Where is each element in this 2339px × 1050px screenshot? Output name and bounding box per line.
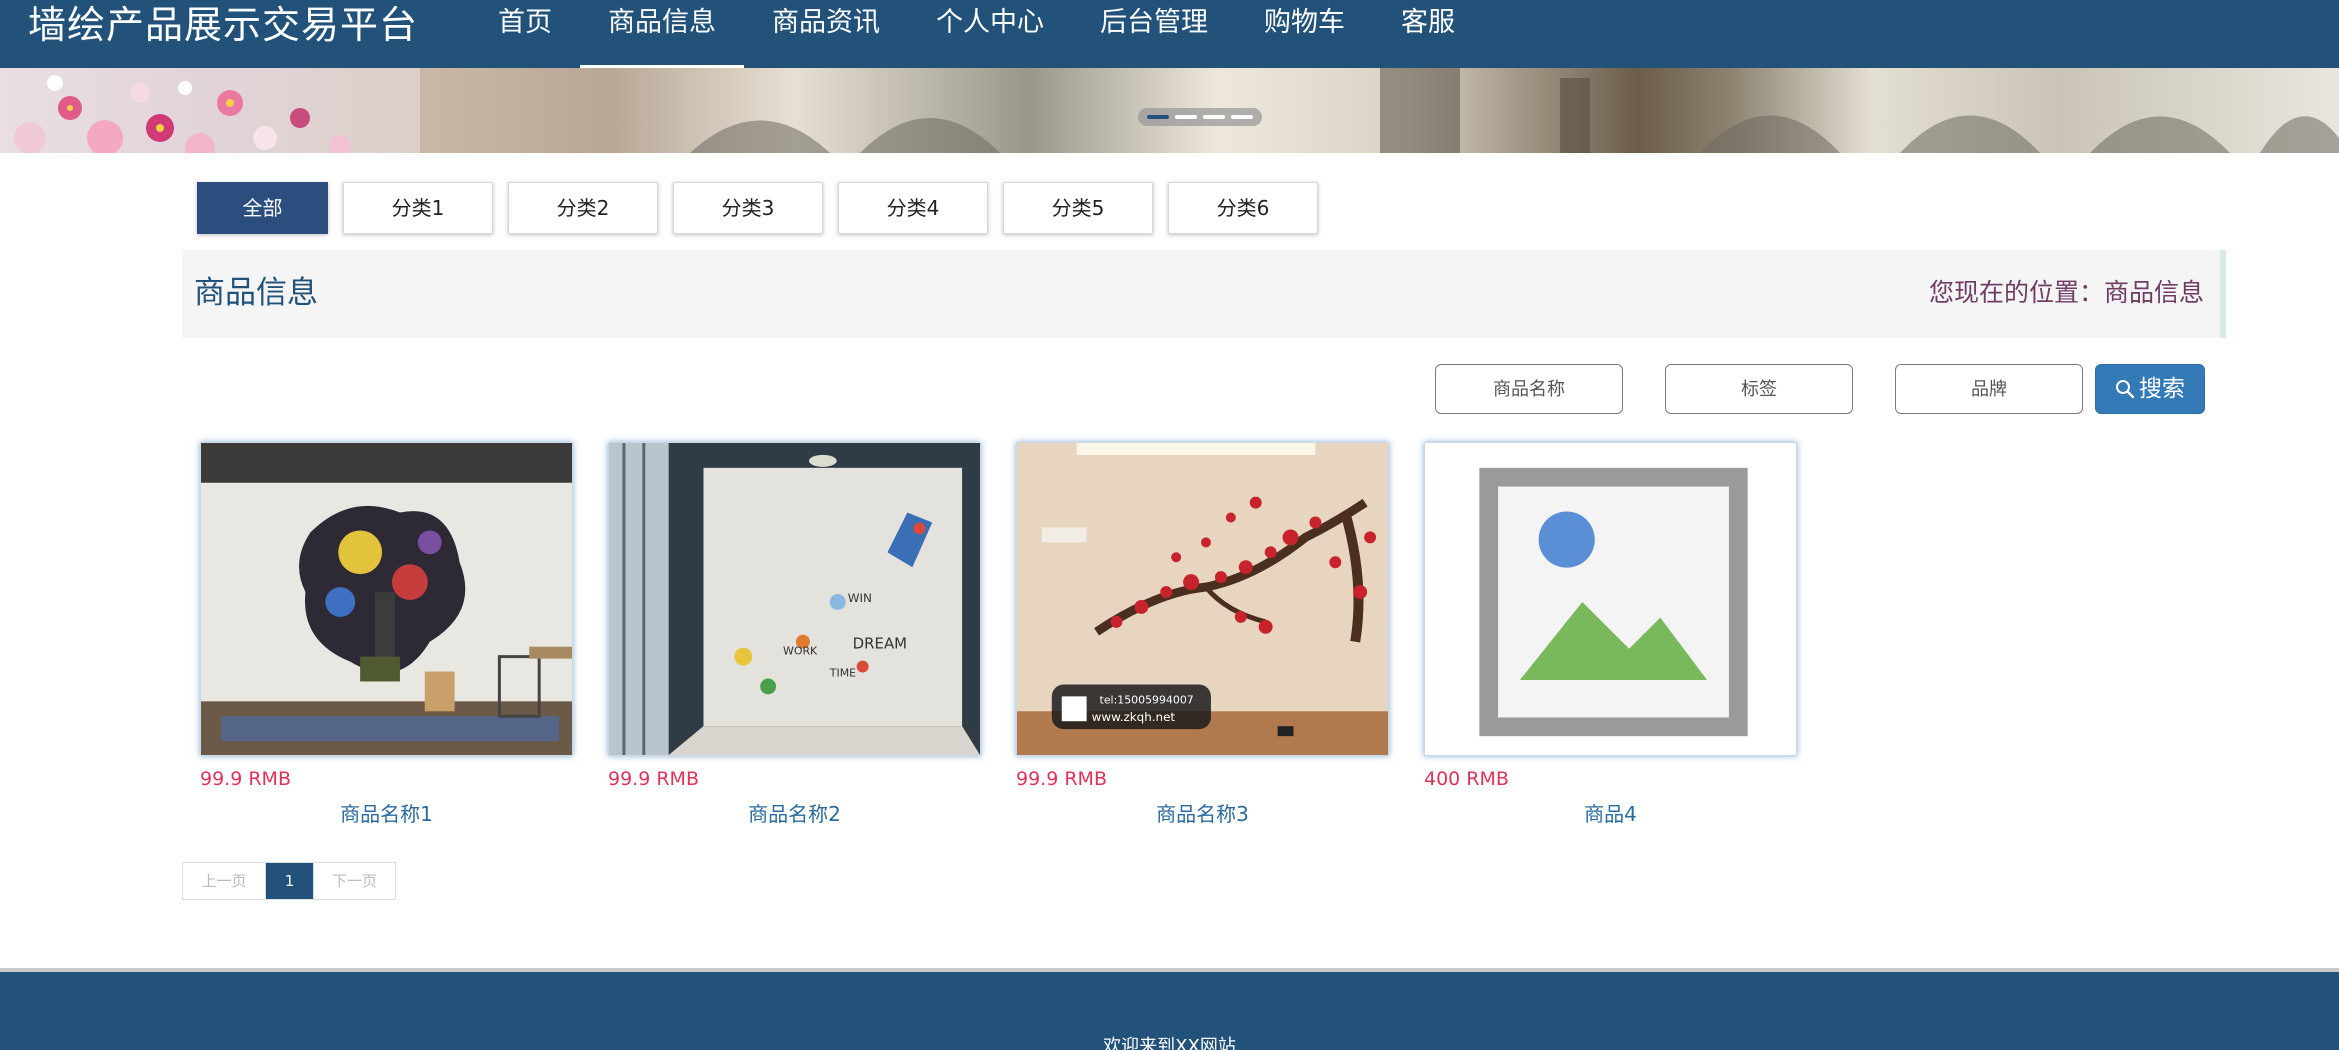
footer-text: 欢迎来到XX网站 bbox=[1103, 1036, 1236, 1050]
product-card: WORK DREAM TIME WIN 99.9 RMB 商品名称2 bbox=[608, 442, 981, 827]
next-page-button[interactable]: 下一页 bbox=[313, 863, 395, 899]
brand-input[interactable] bbox=[1895, 364, 2083, 414]
product-price: 99.9 RMB bbox=[1016, 768, 1107, 790]
graffiti-mural-image bbox=[201, 443, 572, 755]
product-name[interactable]: 商品4 bbox=[1424, 798, 1797, 827]
doodle-mural-image: WORK DREAM TIME WIN bbox=[609, 443, 980, 755]
nav-home[interactable]: 首页 bbox=[470, 0, 580, 68]
search-button[interactable]: 搜索 bbox=[2095, 364, 2205, 414]
breadcrumb: 您现在的位置：商品信息 bbox=[1928, 278, 2204, 307]
category-3[interactable]: 分类3 bbox=[673, 182, 823, 234]
search-button-label: 搜索 bbox=[2139, 376, 2185, 402]
nav-personal-center[interactable]: 个人中心 bbox=[908, 0, 1072, 68]
prev-page-button[interactable]: 上一页 bbox=[183, 863, 266, 899]
nav-products[interactable]: 商品信息 bbox=[580, 0, 744, 68]
current-page-button[interactable]: 1 bbox=[266, 863, 313, 899]
footer: 欢迎来到XX网站 bbox=[0, 968, 2339, 1050]
product-image-broken[interactable] bbox=[1424, 442, 1797, 756]
product-name[interactable]: 商品名称1 bbox=[200, 798, 573, 827]
product-grid: 99.9 RMB 商品名称1 WORK DREAM TIME WIN 99.9 … bbox=[200, 442, 1797, 827]
doodle-text-win: WIN bbox=[848, 591, 872, 605]
product-name[interactable]: 商品名称3 bbox=[1016, 798, 1389, 827]
doodle-text-dream: DREAM bbox=[853, 635, 907, 653]
product-name-input[interactable] bbox=[1435, 364, 1623, 414]
product-image-plum-blossom-mural[interactable]: tel:15005994007 www.zkqh.net bbox=[1016, 442, 1389, 756]
product-name[interactable]: 商品名称2 bbox=[608, 798, 981, 827]
nav-news[interactable]: 商品资讯 bbox=[744, 0, 908, 68]
category-all[interactable]: 全部 bbox=[197, 182, 328, 234]
product-price: 99.9 RMB bbox=[200, 768, 291, 790]
broken-image-icon bbox=[1479, 467, 1748, 737]
carousel-dot-3[interactable] bbox=[1203, 115, 1225, 119]
category-5[interactable]: 分类5 bbox=[1003, 182, 1153, 234]
product-price: 400 RMB bbox=[1424, 768, 1509, 790]
product-card: 99.9 RMB 商品名称1 bbox=[200, 442, 573, 827]
nav-admin[interactable]: 后台管理 bbox=[1072, 0, 1236, 68]
doodle-text-time: TIME bbox=[829, 667, 856, 680]
doodle-text-work: WORK bbox=[783, 645, 818, 658]
carousel-dot-4[interactable] bbox=[1231, 115, 1253, 119]
main-nav: 首页 商品信息 商品资讯 个人中心 后台管理 购物车 客服 bbox=[470, 0, 1483, 68]
carousel-indicators bbox=[1138, 108, 1262, 126]
nav-service[interactable]: 客服 bbox=[1373, 0, 1483, 68]
search-icon bbox=[2116, 380, 2135, 399]
category-1[interactable]: 分类1 bbox=[343, 182, 493, 234]
product-card: 400 RMB 商品4 bbox=[1424, 442, 1797, 827]
flowers-decoration bbox=[0, 68, 420, 153]
tag-input[interactable] bbox=[1665, 364, 1853, 414]
product-image-doodle-mural[interactable]: WORK DREAM TIME WIN bbox=[608, 442, 981, 756]
category-2[interactable]: 分类2 bbox=[508, 182, 658, 234]
category-6[interactable]: 分类6 bbox=[1168, 182, 1318, 234]
site-title[interactable]: 墙绘产品展示交易平台 bbox=[28, 0, 418, 50]
product-image-graffiti-mural[interactable] bbox=[200, 442, 573, 756]
plum-blossom-mural-image: tel:15005994007 www.zkqh.net bbox=[1017, 443, 1388, 755]
section-title-bar: 商品信息 您现在的位置：商品信息 bbox=[182, 250, 2226, 338]
page-title: 商品信息 bbox=[194, 275, 318, 311]
category-tabs: 全部 分类1 分类2 分类3 分类4 分类5 分类6 bbox=[197, 182, 1318, 234]
nav-cart[interactable]: 购物车 bbox=[1236, 0, 1373, 68]
product-card: tel:15005994007 www.zkqh.net 99.9 RMB 商品… bbox=[1016, 442, 1389, 827]
product-price: 99.9 RMB bbox=[608, 768, 699, 790]
carousel-dot-1[interactable] bbox=[1147, 115, 1169, 119]
watermark-site: www.zkqh.net bbox=[1092, 710, 1176, 724]
top-navbar: 墙绘产品展示交易平台 首页 商品信息 商品资讯 个人中心 后台管理 购物车 客服 bbox=[0, 0, 2339, 68]
pagination: 上一页 1 下一页 bbox=[182, 862, 396, 900]
category-4[interactable]: 分类4 bbox=[838, 182, 988, 234]
carousel-dot-2[interactable] bbox=[1175, 115, 1197, 119]
watermark-phone: tel:15005994007 bbox=[1100, 693, 1194, 706]
